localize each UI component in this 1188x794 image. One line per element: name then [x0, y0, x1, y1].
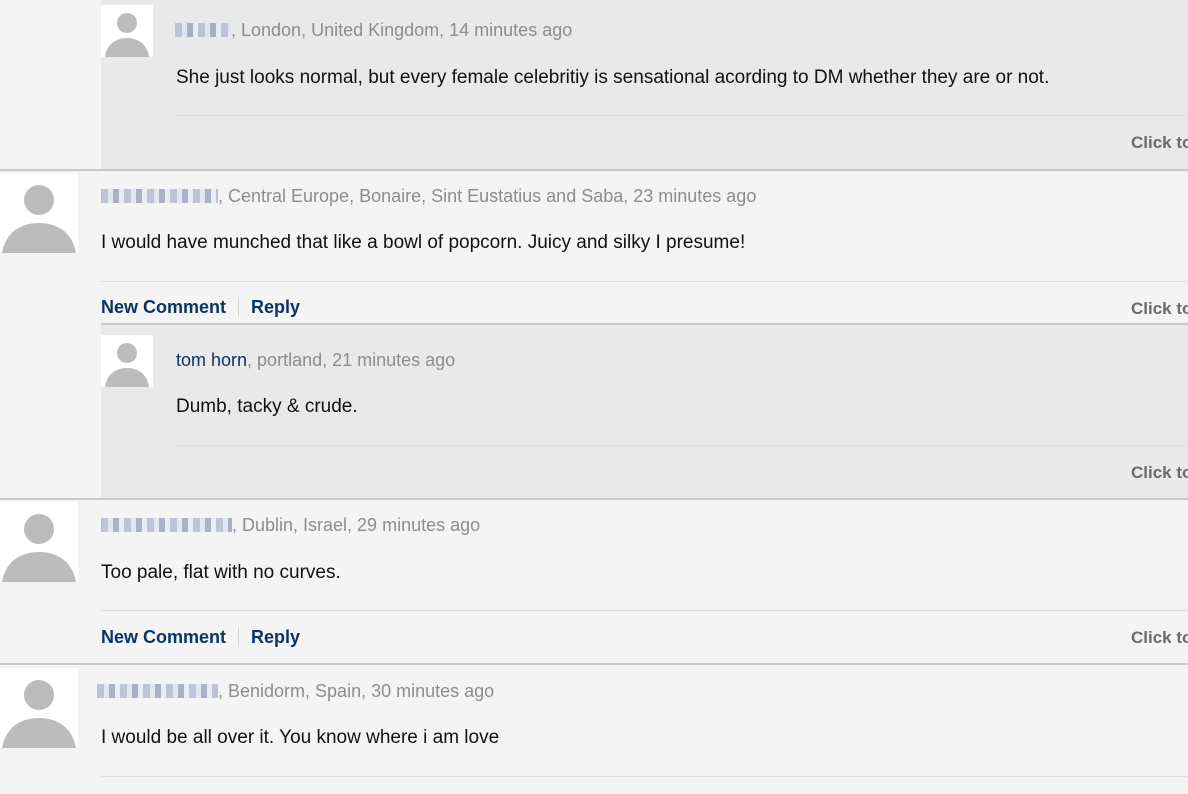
- comment-text: I would be all over it. You know where i…: [101, 727, 500, 748]
- comment-meta: tom horn, portland, 21 minutes ago: [176, 350, 455, 371]
- divider: [101, 281, 1188, 282]
- avatar[interactable]: [0, 668, 78, 748]
- reply-link[interactable]: Reply: [251, 627, 300, 647]
- click-to-rate-link[interactable]: Click to: [1131, 299, 1188, 319]
- username-link[interactable]: [101, 518, 232, 532]
- comment-meta: , Dublin, Israel, 29 minutes ago: [101, 515, 480, 536]
- user-silhouette-icon: [0, 502, 78, 582]
- divider: [101, 776, 1188, 777]
- comment-text: I would have munched that like a bowl of…: [101, 232, 746, 253]
- location-time: , London, United Kingdom, 14 minutes ago: [231, 20, 573, 40]
- username-link[interactable]: [101, 189, 218, 203]
- avatar[interactable]: [0, 502, 78, 582]
- click-to-rate-link[interactable]: Click to: [1131, 133, 1188, 153]
- user-silhouette-icon: [0, 173, 78, 253]
- comment-text: She just looks normal, but every female …: [176, 67, 1050, 88]
- comment-meta: , London, United Kingdom, 14 minutes ago: [175, 20, 572, 41]
- comment-text: Dumb, tacky & crude.: [176, 396, 358, 417]
- username-link[interactable]: tom horn: [176, 350, 247, 370]
- comment-separator: [0, 498, 1188, 500]
- new-comment-link[interactable]: New Comment: [101, 627, 226, 647]
- comment-meta: , Central Europe, Bonaire, Sint Eustatiu…: [101, 186, 756, 207]
- reply-link[interactable]: Reply: [251, 297, 300, 317]
- username-link[interactable]: [175, 23, 231, 37]
- user-silhouette-icon: [101, 5, 153, 57]
- click-to-rate-link[interactable]: Click to: [1131, 628, 1188, 648]
- comment-actions: New Comment Reply: [101, 297, 300, 318]
- click-to-rate-link[interactable]: Click to: [1131, 463, 1188, 483]
- comment-meta: , Benidorm, Spain, 30 minutes ago: [97, 681, 494, 702]
- reply-top-border: [101, 323, 1188, 325]
- comment-separator: [0, 169, 1188, 171]
- comment-actions: New Comment Reply: [101, 627, 300, 648]
- divider: [176, 115, 1188, 116]
- new-comment-link[interactable]: New Comment: [101, 297, 226, 317]
- comment-separator: [0, 663, 1188, 665]
- action-separator: [238, 627, 240, 647]
- user-silhouette-icon: [0, 668, 78, 748]
- location-time: , Benidorm, Spain, 30 minutes ago: [218, 681, 495, 701]
- avatar[interactable]: [101, 335, 153, 387]
- comment-text: Too pale, flat with no curves.: [101, 562, 341, 583]
- location-time: , portland, 21 minutes ago: [247, 350, 456, 370]
- location-time: , Central Europe, Bonaire, Sint Eustatiu…: [218, 186, 757, 206]
- location-time: , Dublin, Israel, 29 minutes ago: [232, 515, 481, 535]
- avatar[interactable]: [0, 173, 78, 253]
- avatar[interactable]: [101, 5, 153, 57]
- divider: [101, 610, 1188, 611]
- action-separator: [238, 297, 240, 317]
- username-link[interactable]: [97, 684, 218, 698]
- user-silhouette-icon: [101, 335, 153, 387]
- divider: [176, 445, 1188, 446]
